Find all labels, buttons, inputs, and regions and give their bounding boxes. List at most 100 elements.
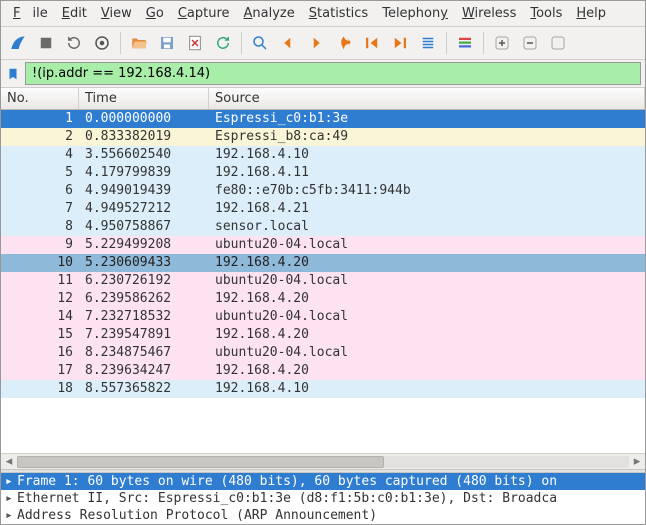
menu-edit[interactable]: Edit <box>56 4 93 23</box>
prev-icon[interactable] <box>275 30 301 56</box>
expand-icon[interactable]: ▸ <box>5 508 17 523</box>
zoom-reset-icon[interactable] <box>545 30 571 56</box>
find-icon[interactable] <box>247 30 273 56</box>
table-row[interactable]: 126.239586262192.168.4.20 <box>1 290 645 308</box>
cell-source: Espressi_b8:ca:49 <box>209 128 645 146</box>
save-icon[interactable] <box>154 30 180 56</box>
stop-icon[interactable] <box>33 30 59 56</box>
packet-list-header: No. Time Source <box>1 87 645 110</box>
cell-time: 5.229499208 <box>79 236 209 254</box>
detail-frame[interactable]: ▸Frame 1: 60 bytes on wire (480 bits), 6… <box>1 473 645 490</box>
menu-help[interactable]: Help <box>570 4 612 23</box>
menu-capture[interactable]: Capture <box>172 4 236 23</box>
zoom-in-icon[interactable] <box>489 30 515 56</box>
table-row[interactable]: 43.556602540192.168.4.10 <box>1 146 645 164</box>
colorize-icon[interactable] <box>452 30 478 56</box>
cell-time: 8.557365822 <box>79 380 209 398</box>
separator <box>120 32 121 54</box>
table-row[interactable]: 10.000000000Espressi_c0:b1:3e <box>1 110 645 128</box>
scroll-left-icon[interactable]: ◂ <box>1 455 17 469</box>
menu-wireless[interactable]: Wireless <box>456 4 522 23</box>
table-row[interactable]: 147.232718532ubuntu20-04.local <box>1 308 645 326</box>
cell-source: 192.168.4.11 <box>209 164 645 182</box>
cell-no: 15 <box>1 326 79 344</box>
expand-icon[interactable]: ▸ <box>5 491 17 506</box>
separator <box>241 32 242 54</box>
cell-no: 12 <box>1 290 79 308</box>
table-row[interactable]: 84.950758867sensor.local <box>1 218 645 236</box>
zoom-out-icon[interactable] <box>517 30 543 56</box>
column-header-source[interactable]: Source <box>209 88 645 109</box>
cell-source: 192.168.4.10 <box>209 380 645 398</box>
cell-source: 192.168.4.20 <box>209 326 645 344</box>
cell-source: 192.168.4.20 <box>209 362 645 380</box>
expand-icon[interactable]: ▸ <box>5 474 17 489</box>
cell-time: 4.949019439 <box>79 182 209 200</box>
display-filter-input[interactable] <box>25 62 641 85</box>
next-icon[interactable] <box>303 30 329 56</box>
toolbar <box>1 27 645 60</box>
cell-source: Espressi_c0:b1:3e <box>209 110 645 128</box>
goto-first-icon[interactable] <box>359 30 385 56</box>
close-file-icon[interactable] <box>182 30 208 56</box>
menu-go[interactable]: Go <box>140 4 170 23</box>
cell-no: 10 <box>1 254 79 272</box>
cell-no: 16 <box>1 344 79 362</box>
reload-icon[interactable] <box>210 30 236 56</box>
cell-time: 8.234875467 <box>79 344 209 362</box>
restart-icon[interactable] <box>61 30 87 56</box>
cell-source: 192.168.4.20 <box>209 290 645 308</box>
packet-list[interactable]: 10.000000000Espressi_c0:b1:3e20.83338201… <box>1 110 645 453</box>
scroll-thumb[interactable] <box>17 456 384 468</box>
cell-time: 3.556602540 <box>79 146 209 164</box>
cell-time: 7.239547891 <box>79 326 209 344</box>
table-row[interactable]: 54.179799839192.168.4.11 <box>1 164 645 182</box>
menu-analyze[interactable]: Analyze <box>238 4 301 23</box>
cell-time: 0.000000000 <box>79 110 209 128</box>
table-row[interactable]: 20.833382019Espressi_b8:ca:49 <box>1 128 645 146</box>
cell-no: 11 <box>1 272 79 290</box>
scroll-track[interactable] <box>17 456 629 468</box>
open-folder-icon[interactable] <box>126 30 152 56</box>
cell-no: 1 <box>1 110 79 128</box>
cell-time: 8.239634247 <box>79 362 209 380</box>
column-header-no[interactable]: No. <box>1 88 79 109</box>
menu-telephony[interactable]: Telephony <box>376 4 454 23</box>
table-row[interactable]: 168.234875467ubuntu20-04.local <box>1 344 645 362</box>
scroll-right-icon[interactable]: ▸ <box>629 455 645 469</box>
table-row[interactable]: 95.229499208ubuntu20-04.local <box>1 236 645 254</box>
cell-source: sensor.local <box>209 218 645 236</box>
table-row[interactable]: 116.230726192ubuntu20-04.local <box>1 272 645 290</box>
detail-ethernet[interactable]: ▸Ethernet II, Src: Espressi_c0:b1:3e (d8… <box>1 490 645 507</box>
cell-no: 4 <box>1 146 79 164</box>
cell-no: 2 <box>1 128 79 146</box>
autoscroll-icon[interactable] <box>415 30 441 56</box>
table-row[interactable]: 188.557365822192.168.4.10 <box>1 380 645 398</box>
menu-tools[interactable]: Tools <box>524 4 568 23</box>
cell-no: 17 <box>1 362 79 380</box>
goto-last-icon[interactable] <box>387 30 413 56</box>
menu-view[interactable]: View <box>95 4 138 23</box>
separator <box>483 32 484 54</box>
table-row[interactable]: 178.239634247192.168.4.20 <box>1 362 645 380</box>
shark-fin-icon[interactable] <box>5 30 31 56</box>
column-header-time[interactable]: Time <box>79 88 209 109</box>
table-row[interactable]: 64.949019439fe80::e70b:c5fb:3411:944b <box>1 182 645 200</box>
table-row[interactable]: 74.949527212192.168.4.21 <box>1 200 645 218</box>
jump-icon[interactable] <box>331 30 357 56</box>
cell-time: 4.950758867 <box>79 218 209 236</box>
cell-time: 5.230609433 <box>79 254 209 272</box>
options-icon[interactable] <box>89 30 115 56</box>
filter-bar <box>1 60 645 87</box>
packet-details[interactable]: ▸Frame 1: 60 bytes on wire (480 bits), 6… <box>1 473 645 524</box>
packet-list-hscroll[interactable]: ◂ ▸ <box>1 453 645 469</box>
menu-statistics[interactable]: Statistics <box>303 4 374 23</box>
bookmark-icon[interactable] <box>5 66 21 82</box>
table-row[interactable]: 105.230609433192.168.4.20 <box>1 254 645 272</box>
cell-source: ubuntu20-04.local <box>209 344 645 362</box>
cell-time: 6.230726192 <box>79 272 209 290</box>
menu-file[interactable]: File <box>7 4 54 23</box>
menu-bar: File Edit View Go Capture Analyze Statis… <box>1 1 645 27</box>
detail-arp[interactable]: ▸Address Resolution Protocol (ARP Announ… <box>1 507 645 524</box>
table-row[interactable]: 157.239547891192.168.4.20 <box>1 326 645 344</box>
